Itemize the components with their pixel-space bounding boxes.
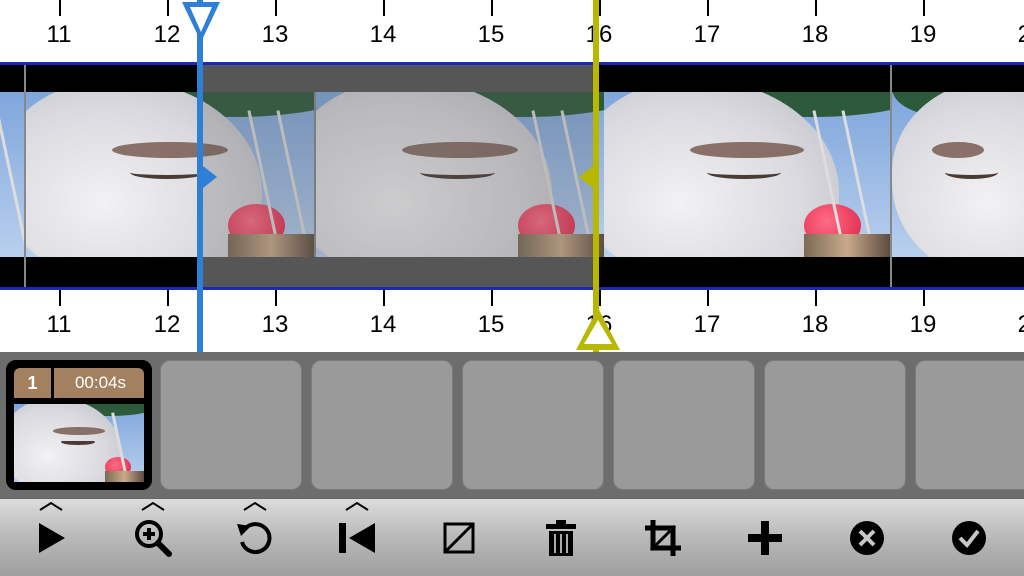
ruler-tick — [59, 290, 61, 306]
ruler-label: 19 — [909, 311, 937, 338]
cancel-circle-icon — [850, 521, 884, 555]
clip-header: 1 00:04s — [14, 368, 144, 398]
ruler-label: 15 — [477, 21, 505, 48]
play-icon — [39, 523, 65, 553]
ruler-tick — [491, 0, 493, 16]
empty-square-icon — [443, 522, 475, 554]
menu-caret-icon — [345, 501, 369, 511]
video-frame-thumbnail — [892, 92, 1024, 257]
menu-caret-icon — [141, 501, 165, 511]
zoom-button[interactable] — [118, 499, 188, 576]
no-filter-button[interactable] — [424, 499, 494, 576]
video-frame-thumbnail — [0, 92, 24, 257]
cancel-button[interactable] — [832, 499, 902, 576]
empty-clip-slot[interactable] — [915, 360, 1024, 490]
ruler-label: 20 — [1018, 311, 1024, 339]
ruler-tick — [707, 0, 709, 16]
ruler-label: 18 — [801, 311, 829, 338]
ruler-tick — [167, 0, 169, 16]
video-frame-thumbnail — [604, 92, 890, 257]
add-button[interactable] — [730, 499, 800, 576]
done-button[interactable] — [934, 499, 1004, 576]
plus-icon — [748, 521, 782, 555]
clip-item[interactable]: 1 00:04s — [6, 360, 152, 490]
empty-clip-slot[interactable] — [311, 360, 453, 490]
skip-to-start-icon — [339, 523, 375, 553]
ruler-tick — [59, 0, 61, 16]
ruler-label: 14 — [369, 311, 397, 338]
ruler-label: 19 — [909, 21, 937, 48]
clip-thumbnail — [14, 404, 144, 482]
ruler-label: 20 — [1018, 21, 1024, 49]
out-point-marker-line[interactable] — [593, 0, 599, 352]
ruler-label: 12 — [153, 21, 181, 48]
clip-duration: 00:04s — [74, 373, 127, 392]
timeline[interactable]: 11 12 13 14 15 16 17 18 19 20 — [0, 0, 1024, 352]
ruler-tick — [599, 0, 601, 16]
ruler-label: 15 — [477, 311, 505, 338]
out-point-arrow-icon — [579, 166, 593, 188]
play-button[interactable] — [16, 499, 86, 576]
ruler-label: 11 — [46, 311, 72, 338]
menu-caret-icon — [243, 501, 267, 511]
ruler-label: 16 — [585, 21, 613, 48]
ruler-label: 11 — [46, 21, 72, 48]
empty-clip-slot[interactable] — [462, 360, 604, 490]
ruler-tick — [923, 0, 925, 16]
skip-to-start-button[interactable] — [322, 499, 392, 576]
in-point-handle-icon[interactable] — [180, 0, 222, 46]
delete-button[interactable] — [526, 499, 596, 576]
ruler-tick — [167, 290, 169, 306]
menu-caret-icon — [39, 501, 63, 511]
checkmark-circle-icon — [952, 521, 986, 555]
clip-number: 1 — [14, 368, 54, 398]
empty-clip-slot[interactable] — [764, 360, 906, 490]
crop-icon — [645, 520, 681, 556]
out-point-handle-icon[interactable] — [574, 306, 622, 352]
ruler-tick — [275, 290, 277, 306]
ruler-tick — [707, 290, 709, 306]
empty-clip-slot[interactable] — [160, 360, 302, 490]
ruler-tick — [275, 0, 277, 16]
ruler-label: 18 — [801, 21, 829, 48]
zoom-in-icon — [135, 520, 172, 557]
rotate-icon — [237, 522, 272, 555]
ruler-label: 13 — [261, 21, 289, 48]
ruler-label: 12 — [153, 311, 181, 338]
editing-toolbar — [0, 498, 1024, 576]
trash-icon — [546, 520, 576, 556]
video-filmstrip[interactable] — [0, 62, 1024, 290]
ruler-tick — [491, 290, 493, 306]
ruler-tick — [599, 290, 601, 306]
time-ruler-top: 11 12 13 14 15 16 17 18 19 20 — [0, 0, 1024, 62]
ruler-label: 13 — [261, 311, 289, 338]
ruler-tick — [383, 290, 385, 306]
ruler-tick — [815, 290, 817, 306]
ruler-tick — [383, 0, 385, 16]
empty-clip-slot[interactable] — [613, 360, 755, 490]
in-point-arrow-icon — [203, 166, 217, 188]
ruler-tick — [923, 290, 925, 306]
ruler-label: 17 — [693, 21, 721, 48]
ruler-tick — [815, 0, 817, 16]
rotate-button[interactable] — [220, 499, 290, 576]
clip-tray: 1 00:04s — [0, 352, 1024, 498]
time-ruler-bottom: 11 12 13 14 15 16 17 18 19 20 — [0, 290, 1024, 352]
selection-range — [200, 65, 596, 287]
ruler-label: 14 — [369, 21, 397, 48]
ruler-label: 17 — [693, 311, 721, 338]
crop-button[interactable] — [628, 499, 698, 576]
